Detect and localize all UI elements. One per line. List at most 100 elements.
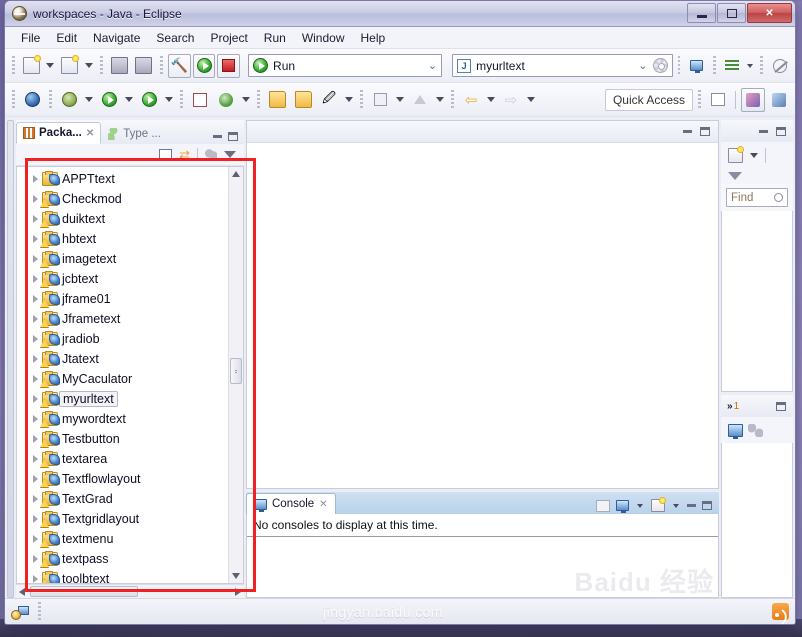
menu-item-help[interactable]: Help	[353, 29, 394, 47]
maximize-editor-icon[interactable]	[700, 127, 710, 136]
next-annotation-button[interactable]	[368, 88, 392, 112]
expand-arrow-icon[interactable]	[33, 315, 38, 323]
open-console-button[interactable]	[685, 54, 708, 78]
link-with-editor-icon[interactable]: ⇄	[179, 147, 190, 163]
expand-arrow-icon[interactable]	[33, 215, 38, 223]
tree-item[interactable]: jframe01	[17, 289, 228, 309]
tree-item[interactable]: duiktext	[17, 209, 228, 229]
tree-item[interactable]: TextGrad	[17, 489, 228, 509]
new-console-menu-icon[interactable]	[673, 503, 679, 508]
maximize-task-list-icon[interactable]	[776, 126, 786, 136]
close-icon[interactable]: ✕	[86, 128, 94, 139]
expand-arrow-icon[interactable]	[33, 355, 38, 363]
launch-config-combo[interactable]: J myurltext ⌄	[452, 54, 673, 77]
previous-edit-dropdown-icon[interactable]	[436, 97, 444, 102]
maximize-button[interactable]	[717, 3, 746, 23]
tree-item[interactable]: MyCaculator	[17, 369, 228, 389]
open-perspective-button[interactable]	[706, 88, 730, 112]
tree-horizontal-scrollbar[interactable]	[16, 584, 244, 598]
debug-dropdown-icon[interactable]	[85, 97, 93, 102]
tree-item[interactable]: Jtatext	[17, 349, 228, 369]
build-status-icon[interactable]	[11, 604, 29, 620]
next-annotation-dropdown-icon[interactable]	[396, 97, 404, 102]
minimize-console-icon[interactable]	[687, 504, 696, 507]
menu-item-navigate[interactable]: Navigate	[85, 29, 148, 47]
scroll-up-icon[interactable]	[232, 171, 240, 177]
run-button[interactable]	[192, 53, 216, 78]
quick-access-field[interactable]: Quick Access	[604, 88, 693, 111]
console-icon[interactable]	[728, 423, 743, 439]
search-button[interactable]: 🖉	[317, 88, 341, 112]
menu-item-project[interactable]: Project	[202, 29, 255, 47]
scroll-thumb[interactable]	[230, 358, 242, 385]
menu-item-file[interactable]: File	[13, 29, 48, 47]
run-menu-button[interactable]	[721, 54, 744, 78]
expand-arrow-icon[interactable]	[33, 395, 38, 403]
maximize-view-icon[interactable]	[228, 132, 238, 141]
tree-item[interactable]: myurltext	[17, 389, 228, 409]
expand-arrow-icon[interactable]	[33, 495, 38, 503]
expand-arrow-icon[interactable]	[33, 275, 38, 283]
focus-on-active-task-icon[interactable]	[205, 149, 217, 160]
scroll-down-icon[interactable]	[232, 573, 240, 579]
outline-body[interactable]	[721, 443, 793, 598]
menu-item-run[interactable]: Run	[256, 29, 294, 47]
outline-icon[interactable]	[748, 423, 763, 437]
display-selected-console-icon[interactable]	[616, 500, 629, 513]
run-last-dropdown-icon[interactable]	[125, 97, 133, 102]
expand-arrow-icon[interactable]	[33, 235, 38, 243]
expand-arrow-icon[interactable]	[33, 295, 38, 303]
scroll-right-icon[interactable]	[235, 588, 241, 596]
new-java-class-button[interactable]	[188, 88, 212, 112]
expand-arrow-icon[interactable]	[33, 415, 38, 423]
package-tree[interactable]: APPTtext Checkmod duiktext hbtext imagetext j…	[17, 167, 228, 583]
menu-item-window[interactable]: Window	[294, 29, 353, 47]
expand-arrow-icon[interactable]	[33, 575, 38, 583]
tree-item[interactable]: Textflowlayout	[17, 469, 228, 489]
tree-item[interactable]: jradiob	[17, 329, 228, 349]
close-button[interactable]: ✕	[747, 3, 792, 23]
filter-icon[interactable]	[728, 172, 742, 180]
tree-item[interactable]: jcbtext	[17, 269, 228, 289]
tree-item[interactable]: textarea	[17, 449, 228, 469]
new-task-menu-icon[interactable]	[750, 152, 758, 158]
tree-item[interactable]: textpass	[17, 549, 228, 569]
debug-button[interactable]	[57, 88, 81, 112]
expand-arrow-icon[interactable]	[33, 335, 38, 343]
terminate-button[interactable]	[217, 53, 241, 78]
open-console-icon[interactable]	[596, 499, 610, 512]
new-annotation-button[interactable]	[214, 88, 238, 112]
expand-arrow-icon[interactable]	[33, 435, 38, 443]
profile-button[interactable]	[137, 88, 161, 112]
tree-item[interactable]: hbtext	[17, 229, 228, 249]
tree-item[interactable]: Checkmod	[17, 189, 228, 209]
expand-arrow-icon[interactable]	[33, 455, 38, 463]
console-body[interactable]: No consoles to display at this time. Bai…	[246, 514, 719, 598]
expand-arrow-icon[interactable]	[33, 175, 38, 183]
new-wizard-button[interactable]	[20, 54, 43, 78]
run-last-button[interactable]	[97, 88, 121, 112]
tree-item[interactable]: textmenu	[17, 529, 228, 549]
view-menu-icon[interactable]	[224, 151, 236, 158]
search-dropdown-icon[interactable]	[345, 97, 353, 102]
expand-arrow-icon[interactable]	[33, 255, 38, 263]
minimize-view-icon[interactable]	[213, 135, 222, 138]
expand-arrow-icon[interactable]	[33, 375, 38, 383]
chevron-down-icon[interactable]: ⌄	[638, 59, 647, 72]
display-console-menu-icon[interactable]	[637, 503, 643, 508]
profile-dropdown-icon[interactable]	[165, 97, 173, 102]
maximize-console-icon[interactable]	[702, 501, 712, 510]
debug-perspective-button[interactable]	[767, 88, 791, 112]
new-console-view-icon[interactable]	[651, 497, 666, 512]
minimize-task-list-icon[interactable]	[759, 129, 768, 133]
find-input[interactable]: Find	[726, 188, 788, 207]
task-list-body[interactable]	[721, 211, 793, 392]
new-wizard-dropdown-icon[interactable]	[46, 63, 55, 68]
run-configuration-combo[interactable]: Run ⌄	[248, 54, 443, 77]
new-java-dropdown-icon[interactable]	[85, 63, 94, 68]
close-icon[interactable]: ✕	[319, 499, 327, 510]
tree-item[interactable]: mywordtext	[17, 409, 228, 429]
back-dropdown-icon[interactable]	[487, 97, 495, 102]
tab-console[interactable]: Console ✕	[246, 493, 336, 514]
run-menu-dropdown-icon[interactable]	[747, 63, 754, 68]
